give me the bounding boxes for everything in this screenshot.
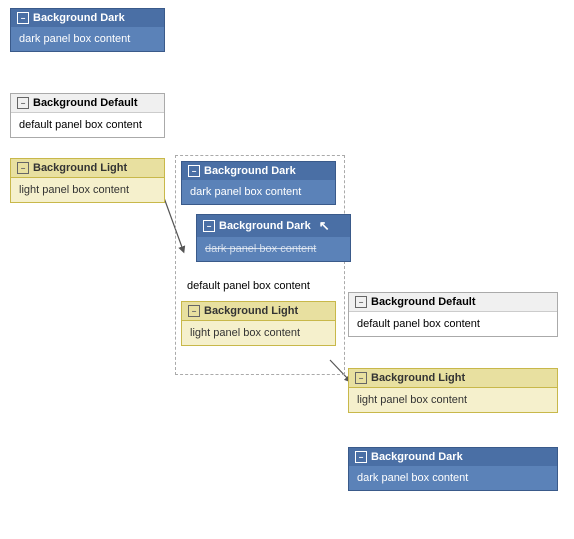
panel-top-left-light-body: light panel box content: [11, 178, 164, 202]
minus-icon: −: [17, 12, 29, 24]
panel-right-light-body: light panel box content: [349, 388, 557, 412]
panel-right-dark: − Background Dark dark panel box content: [348, 447, 558, 491]
panel-right-dark-body: dark panel box content: [349, 466, 557, 490]
panel-mid-dark1-title: Background Dark: [204, 165, 296, 177]
panel-top-left-light-header: − Background Light: [11, 159, 164, 178]
panel-mid-dark1: − Background Dark dark panel box content: [181, 161, 336, 205]
panel-mid-default-text: default panel box content: [181, 276, 316, 296]
panel-right-default-header: − Background Default: [349, 293, 557, 312]
minus-icon-9: −: [355, 451, 367, 463]
panel-top-left-light: − Background Light light panel box conte…: [10, 158, 165, 203]
panel-mid-dark2: − Background Dark ↖ dark panel box conte…: [196, 214, 351, 262]
panel-mid-light-content: light panel box content: [190, 327, 300, 339]
panel-right-light-header: − Background Light: [349, 369, 557, 388]
minus-icon-7: −: [355, 296, 367, 308]
minus-icon-2: −: [17, 97, 29, 109]
minus-icon-8: −: [355, 372, 367, 384]
panel-top-left-default-header: − Background Default: [11, 94, 164, 113]
panel-mid-dark1-header: − Background Dark: [182, 162, 335, 180]
middle-group-box: − Background Dark dark panel box content…: [175, 155, 345, 375]
panel-mid-dark1-content: dark panel box content: [190, 186, 301, 198]
panel-mid-dark2-content: dark panel box content: [205, 243, 316, 255]
minus-icon-6: −: [188, 305, 200, 317]
panel-top-left-light-title: Background Light: [33, 162, 127, 174]
panel-top-left-dark-header: − Background Dark: [11, 9, 164, 27]
panel-top-left-default: − Background Default default panel box c…: [10, 93, 165, 138]
panel-top-left-default-title: Background Default: [33, 97, 138, 109]
panel-mid-light-header: − Background Light: [182, 302, 335, 321]
panel-mid-dark2-title: Background Dark: [219, 220, 311, 232]
panel-top-left-dark-content: dark panel box content: [19, 33, 130, 45]
panel-right-default: − Background Default default panel box c…: [348, 292, 558, 337]
panel-mid-light-body: light panel box content: [182, 321, 335, 345]
panel-top-left-dark-title: Background Dark: [33, 12, 125, 24]
panel-right-dark-header: − Background Dark: [349, 448, 557, 466]
panel-top-left-light-content: light panel box content: [19, 184, 129, 196]
minus-icon-3: −: [17, 162, 29, 174]
panel-right-light-title: Background Light: [371, 372, 465, 384]
panel-mid-dark2-body: dark panel box content: [197, 237, 350, 261]
panel-top-left-dark: − Background Dark dark panel box content: [10, 8, 165, 52]
panel-right-default-content: default panel box content: [357, 318, 480, 330]
minus-icon-4: −: [188, 165, 200, 177]
panel-right-dark-content: dark panel box content: [357, 472, 468, 484]
panel-top-left-dark-body: dark panel box content: [11, 27, 164, 51]
minus-icon-5: −: [203, 220, 215, 232]
panel-mid-dark1-body: dark panel box content: [182, 180, 335, 204]
panel-right-dark-title: Background Dark: [371, 451, 463, 463]
panel-top-left-default-body: default panel box content: [11, 113, 164, 137]
panel-right-light: − Background Light light panel box conte…: [348, 368, 558, 413]
cursor-icon: ↖: [319, 218, 330, 234]
panel-mid-light-title: Background Light: [204, 305, 298, 317]
panel-top-left-default-content: default panel box content: [19, 119, 142, 131]
panel-right-light-content: light panel box content: [357, 394, 467, 406]
panel-right-default-title: Background Default: [371, 296, 476, 308]
panel-mid-dark2-header: − Background Dark ↖: [197, 215, 350, 237]
panel-right-default-body: default panel box content: [349, 312, 557, 336]
panel-mid-light: − Background Light light panel box conte…: [181, 301, 336, 346]
